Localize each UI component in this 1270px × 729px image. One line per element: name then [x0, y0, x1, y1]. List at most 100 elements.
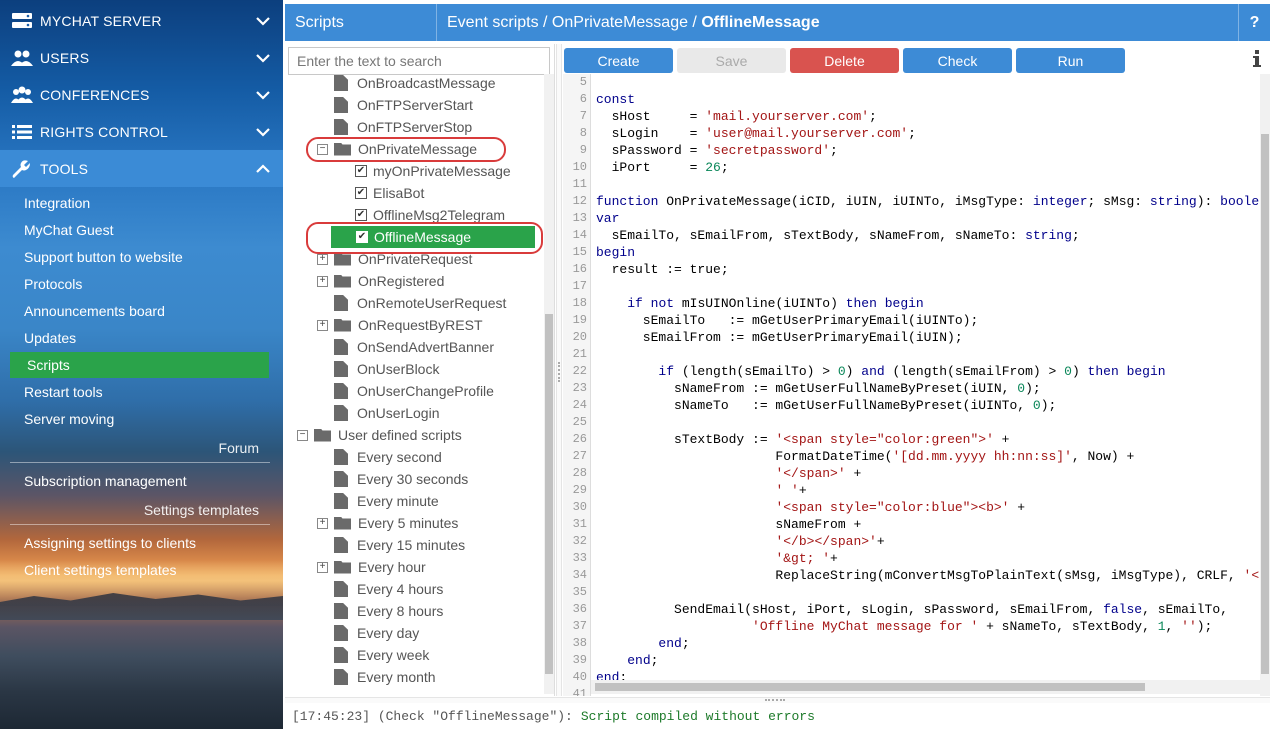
tree-node[interactable]: + OnRegistered — [317, 270, 444, 292]
file-icon — [334, 647, 348, 663]
tree-node-label: ElisaBot — [373, 185, 425, 201]
code-line: '</span>' + — [775, 466, 862, 481]
vertical-splitter[interactable] — [556, 44, 562, 696]
nav-section-rights-control[interactable]: RIGHTS CONTROL — [0, 113, 283, 150]
tree-node[interactable]: OnFTPServerStop — [317, 116, 472, 138]
sidebar-item-subscription-management[interactable]: Subscription management — [24, 473, 187, 489]
tree-scrollbar[interactable] — [544, 74, 554, 694]
tree-node-label: Every 4 hours — [357, 581, 444, 597]
code-line: ' '+ — [775, 483, 807, 498]
check-button[interactable]: Check — [903, 48, 1012, 73]
tree-node[interactable]: + Every hour — [317, 556, 426, 578]
nav-section-mychat-server[interactable]: MYCHAT SERVER — [0, 2, 283, 39]
tree-node[interactable]: Every month — [317, 666, 436, 688]
code-line: FormatDateTime('[dd.mm.yyyy hh:nn:ss]', … — [596, 449, 1135, 464]
tree-node[interactable]: OnBroadcastMessage — [317, 72, 496, 94]
editor-horizontal-scrollbar[interactable] — [591, 680, 1260, 694]
nav-section-conferences[interactable]: CONFERENCES — [0, 76, 283, 113]
code-line: sNameTo := mGetUserFullNameByPreset(iUIN… — [596, 398, 1057, 413]
tree-node[interactable]: Every 30 seconds — [317, 468, 468, 490]
editor-horizontal-scrollbar-thumb[interactable] — [595, 683, 1145, 691]
sidebar-item-scripts[interactable]: Scripts — [10, 352, 269, 378]
tree-node-label: Every month — [357, 669, 436, 685]
checkbox-icon[interactable]: ✔ — [355, 209, 367, 221]
editor-vertical-scrollbar-thumb[interactable] — [1261, 134, 1269, 674]
tree-node[interactable]: + OnRequestByREST — [317, 314, 483, 336]
chevron-down-icon — [243, 16, 283, 26]
help-button[interactable]: ? — [1238, 4, 1270, 41]
tree-node[interactable]: − User defined scripts — [297, 424, 462, 446]
sidebar-item-integration[interactable]: Integration — [24, 195, 90, 211]
tree-node[interactable]: Every 15 minutes — [317, 534, 465, 556]
header-section-title: Scripts — [285, 4, 437, 41]
code-line: sEmailTo := mGetUserPrimaryEmail(iUINTo)… — [596, 313, 979, 328]
sidebar-item-client-settings-templates[interactable]: Client settings templates — [24, 562, 177, 578]
line-number: 26 — [572, 432, 587, 446]
tree-node[interactable]: Every minute — [317, 490, 439, 512]
tree-node[interactable]: ✔ ElisaBot — [355, 182, 424, 204]
code-line: sNameFrom := mGetUserFullNameByPreset(iU… — [596, 381, 1041, 396]
code-line: if (length(sEmailTo) > 0) and (length(sE… — [658, 364, 1166, 379]
code-line: '</b></span>'+ — [775, 534, 885, 549]
splitter-grip — [765, 699, 785, 701]
checkbox-icon[interactable]: ✔ — [355, 165, 367, 177]
run-button[interactable]: Run — [1016, 48, 1125, 73]
tree-node[interactable]: OnUserBlock — [317, 358, 439, 380]
expand-toggle-icon[interactable]: + — [317, 253, 328, 265]
expand-toggle-icon[interactable]: + — [317, 561, 328, 573]
code-line: iPort = 26; — [596, 160, 729, 175]
chevron-down-icon — [243, 90, 283, 100]
search-input[interactable] — [288, 47, 550, 75]
sidebar-item-protocols[interactable]: Protocols — [24, 276, 82, 292]
line-number: 30 — [572, 500, 587, 514]
folder-icon — [334, 252, 351, 266]
expand-toggle-icon[interactable]: + — [317, 517, 328, 529]
tree-node[interactable]: Every second — [317, 446, 442, 468]
tree-scrollbar-thumb[interactable] — [545, 314, 553, 674]
file-icon — [334, 339, 348, 355]
nav-section-tools[interactable]: TOOLS — [0, 150, 283, 187]
create-button[interactable]: Create — [564, 48, 673, 73]
tree-node[interactable]: Every week — [317, 644, 429, 666]
expand-toggle-icon[interactable]: + — [317, 275, 328, 287]
tree-node[interactable]: + Every 5 minutes — [317, 512, 458, 534]
sidebar-item-updates[interactable]: Updates — [24, 330, 76, 346]
delete-button[interactable]: Delete — [790, 48, 899, 73]
editor-vertical-scrollbar[interactable] — [1260, 74, 1270, 696]
file-icon — [334, 603, 348, 619]
code-editor[interactable]: 5 6 7 8 9 10 11 12 13 14 15 16 17 18 19 20 21 22 23 24 25 26 2… — [563, 74, 1270, 696]
line-number: 28 — [572, 466, 587, 480]
horizontal-splitter[interactable] — [285, 697, 1270, 703]
tree-node[interactable]: ✔ myOnPrivateMessage — [355, 160, 511, 182]
sidebar-item-assigning-settings[interactable]: Assigning settings to clients — [24, 535, 196, 551]
sidebar-item-mychat-guest[interactable]: MyChat Guest — [24, 222, 113, 238]
sidebar-item-restart-tools[interactable]: Restart tools — [24, 384, 103, 400]
tree-node[interactable]: OnSendAdvertBanner — [317, 336, 494, 358]
tree-node[interactable]: Every 4 hours — [317, 578, 443, 600]
collapse-toggle-icon[interactable]: − — [297, 429, 308, 441]
tree-node[interactable]: Every 8 hours — [317, 600, 443, 622]
tree-node[interactable]: OnFTPServerStart — [317, 94, 473, 116]
sidebar-item-announcements-board[interactable]: Announcements board — [24, 303, 165, 319]
tree-node[interactable]: OnUserLogin — [317, 402, 440, 424]
info-icon[interactable] — [1251, 50, 1263, 68]
code-line: sTextBody := '<span style="color:green">… — [596, 432, 1010, 447]
file-icon — [334, 75, 348, 91]
tree-node[interactable]: OnRemoteUserRequest — [317, 292, 506, 314]
tree-node[interactable]: Every day — [317, 622, 419, 644]
nav-section-users[interactable]: USERS — [0, 39, 283, 76]
checkbox-icon[interactable]: ✔ — [355, 187, 367, 199]
expand-toggle-icon[interactable]: + — [317, 319, 328, 331]
file-icon — [334, 493, 348, 509]
sidebar-item-support-button[interactable]: Support button to website — [24, 249, 183, 265]
line-number: 9 — [579, 143, 587, 157]
tree-node[interactable]: OnUserChangeProfile — [317, 380, 494, 402]
sidebar-item-server-moving[interactable]: Server moving — [24, 411, 114, 427]
tree-node-label: Every hour — [358, 559, 426, 575]
save-button[interactable]: Save — [677, 48, 786, 73]
